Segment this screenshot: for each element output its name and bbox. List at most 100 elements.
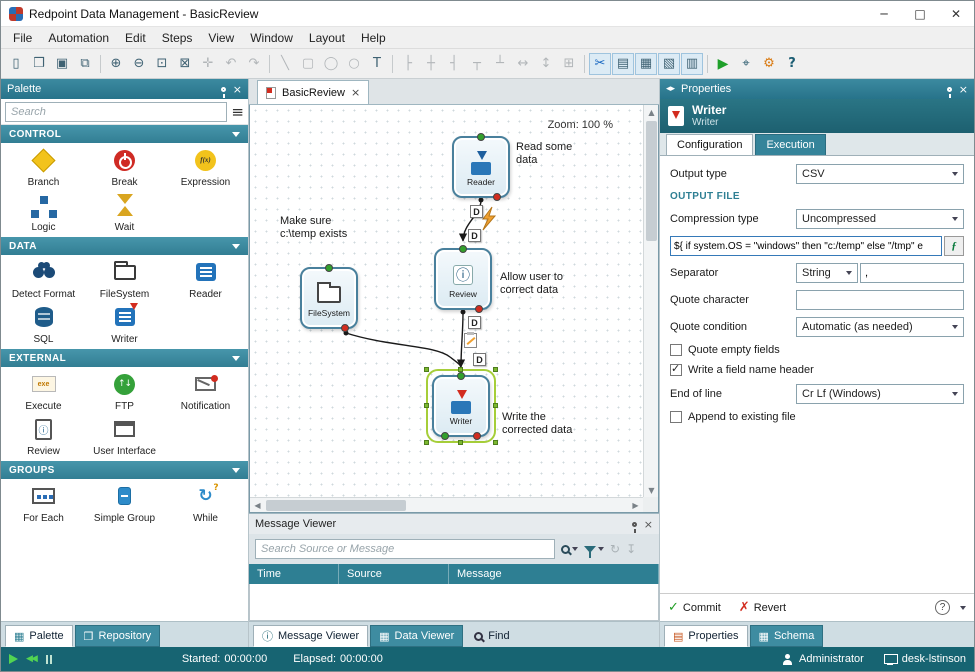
draw-line-button[interactable]: ╲ bbox=[274, 53, 296, 75]
vertical-scrollbar[interactable]: ▲ ▼ bbox=[643, 105, 658, 497]
palette-item-expression[interactable]: f(x) Expression bbox=[165, 146, 246, 188]
play-icon[interactable] bbox=[9, 654, 18, 664]
tab-configuration[interactable]: Configuration bbox=[666, 134, 753, 155]
export-icon[interactable]: ↧ bbox=[626, 542, 636, 556]
palette-item-execute[interactable]: exe Execute bbox=[3, 370, 84, 412]
tab-basicreview[interactable]: BasicReview × bbox=[257, 80, 369, 104]
separator-value-input[interactable] bbox=[860, 263, 964, 283]
align-right-button[interactable]: ┤ bbox=[443, 53, 465, 75]
scrollbar-thumb[interactable] bbox=[266, 500, 406, 511]
close-icon[interactable]: × bbox=[351, 86, 360, 99]
scroll-down-icon[interactable]: ▼ bbox=[644, 483, 659, 497]
tab-schema[interactable]: ▦ Schema bbox=[750, 625, 824, 647]
open-button[interactable]: ❒ bbox=[28, 53, 50, 75]
align-left-button[interactable]: ├ bbox=[397, 53, 419, 75]
draw-text-button[interactable]: T bbox=[366, 53, 388, 75]
quote-empty-fields-checkbox[interactable]: Quote empty fields bbox=[670, 344, 964, 356]
canvas-surface[interactable]: D D D D Read some data Make sure c:\temp… bbox=[250, 105, 643, 497]
run-button[interactable]: ▶ bbox=[712, 53, 734, 75]
end-of-line-select[interactable]: Cr Lf (Windows) bbox=[796, 384, 964, 404]
menu-edit[interactable]: Edit bbox=[117, 29, 154, 47]
palette-item-detect-format[interactable]: Detect Format bbox=[3, 258, 84, 300]
help-icon[interactable]: ? bbox=[935, 600, 950, 615]
palette-item-branch[interactable]: Branch bbox=[3, 146, 84, 188]
node-reader[interactable]: Reader bbox=[452, 136, 510, 198]
redo-button[interactable]: ↷ bbox=[243, 53, 265, 75]
append-existing-checkbox[interactable]: Append to existing file bbox=[670, 411, 964, 423]
flow-canvas[interactable]: D D D D Read some data Make sure c:\temp… bbox=[249, 105, 659, 513]
output-type-select[interactable]: CSV bbox=[796, 164, 964, 184]
menu-view[interactable]: View bbox=[200, 29, 242, 47]
zoom-selection-button[interactable]: ⊠ bbox=[174, 53, 196, 75]
palette-item-for-each[interactable]: For Each bbox=[3, 482, 84, 524]
scroll-right-icon[interactable]: ▶ bbox=[628, 498, 643, 512]
close-icon[interactable]: × bbox=[644, 519, 653, 530]
menu-automation[interactable]: Automation bbox=[40, 29, 117, 47]
pin-icon[interactable] bbox=[632, 522, 637, 527]
zoom-out-button[interactable]: ⊖ bbox=[128, 53, 150, 75]
minimize-button[interactable]: ─ bbox=[866, 1, 902, 26]
checkbox-box[interactable] bbox=[670, 344, 682, 356]
column-time[interactable]: Time bbox=[249, 564, 339, 584]
column-message[interactable]: Message bbox=[449, 564, 659, 584]
palette-item-break[interactable]: Break bbox=[84, 146, 165, 188]
tab-execution[interactable]: Execution bbox=[755, 134, 825, 155]
palette-item-reader[interactable]: Reader bbox=[165, 258, 246, 300]
node-filesystem[interactable]: FileSystem bbox=[300, 267, 358, 329]
same-size-button[interactable]: ⊞ bbox=[558, 53, 580, 75]
filter-icon[interactable] bbox=[584, 546, 604, 553]
draw-ellipse-button[interactable]: ◯ bbox=[320, 53, 342, 75]
tab-palette[interactable]: ▦ Palette bbox=[5, 625, 73, 647]
node-writer[interactable]: Writer bbox=[432, 375, 490, 437]
palette-item-simple-group[interactable]: Simple Group bbox=[84, 482, 165, 524]
palette-item-logic[interactable]: Logic bbox=[3, 191, 84, 233]
expression-editor-button[interactable]: ƒ bbox=[944, 236, 964, 256]
palette-item-while[interactable]: ↻ While bbox=[165, 482, 246, 524]
pause-icon[interactable] bbox=[46, 655, 52, 664]
close-icon[interactable]: × bbox=[959, 84, 968, 95]
section-header-control[interactable]: CONTROL bbox=[1, 125, 248, 143]
zoom-in-button[interactable]: ⊕ bbox=[105, 53, 127, 75]
palette-item-filesystem[interactable]: FileSystem bbox=[84, 258, 165, 300]
refresh-icon[interactable]: ↻ bbox=[610, 542, 620, 556]
write-field-header-checkbox[interactable]: Write a field name header bbox=[670, 364, 964, 376]
palette-item-wait[interactable]: Wait bbox=[84, 191, 165, 233]
horizontal-scrollbar[interactable]: ◀ ▶ bbox=[250, 497, 643, 512]
zoom-fit-button[interactable]: ⊡ bbox=[151, 53, 173, 75]
tab-repository[interactable]: ❒ Repository bbox=[75, 625, 160, 647]
canvas-annotation[interactable]: Write the corrected data bbox=[502, 411, 582, 437]
undo-button[interactable]: ↶ bbox=[220, 53, 242, 75]
draw-circle-button[interactable]: ○ bbox=[343, 53, 365, 75]
save-all-button[interactable]: ⧉ bbox=[74, 53, 96, 75]
palette-item-ftp[interactable]: ↑↓ FTP bbox=[84, 370, 165, 412]
cut-button[interactable]: ✂ bbox=[589, 53, 611, 75]
compression-type-select[interactable]: Uncompressed bbox=[796, 209, 964, 229]
show-ruler-button[interactable]: ▥ bbox=[681, 53, 703, 75]
checkbox-box[interactable] bbox=[670, 411, 682, 423]
show-notes-button[interactable]: ▧ bbox=[658, 53, 680, 75]
tab-message-viewer[interactable]: ⓘ Message Viewer bbox=[253, 625, 368, 647]
menu-help[interactable]: Help bbox=[353, 29, 394, 47]
pin-icon[interactable] bbox=[221, 87, 226, 92]
menu-file[interactable]: File bbox=[5, 29, 40, 47]
scrollbar-thumb[interactable] bbox=[646, 121, 657, 241]
palette-search-input[interactable] bbox=[5, 102, 227, 122]
separator-type-select[interactable]: String bbox=[796, 263, 858, 283]
maximize-button[interactable]: □ bbox=[902, 1, 938, 26]
menu-steps[interactable]: Steps bbox=[154, 29, 201, 47]
menu-window[interactable]: Window bbox=[242, 29, 301, 47]
message-search-input[interactable] bbox=[255, 539, 555, 559]
close-icon[interactable]: × bbox=[233, 84, 242, 95]
align-top-button[interactable]: ┬ bbox=[466, 53, 488, 75]
scroll-up-icon[interactable]: ▲ bbox=[644, 105, 659, 119]
pin-icon[interactable] bbox=[947, 87, 952, 92]
node-review[interactable]: ⓘ Review bbox=[434, 248, 492, 310]
settings-button[interactable]: ⚙ bbox=[758, 53, 780, 75]
tab-find[interactable]: Find bbox=[465, 625, 518, 647]
search-icon[interactable] bbox=[561, 545, 578, 554]
show-grid-button[interactable]: ▦ bbox=[635, 53, 657, 75]
scroll-left-icon[interactable]: ◀ bbox=[250, 498, 265, 512]
save-button[interactable]: ▣ bbox=[51, 53, 73, 75]
canvas-annotation[interactable]: Read some data bbox=[516, 141, 582, 167]
canvas-annotation[interactable]: Make sure c:\temp exists bbox=[280, 215, 364, 241]
